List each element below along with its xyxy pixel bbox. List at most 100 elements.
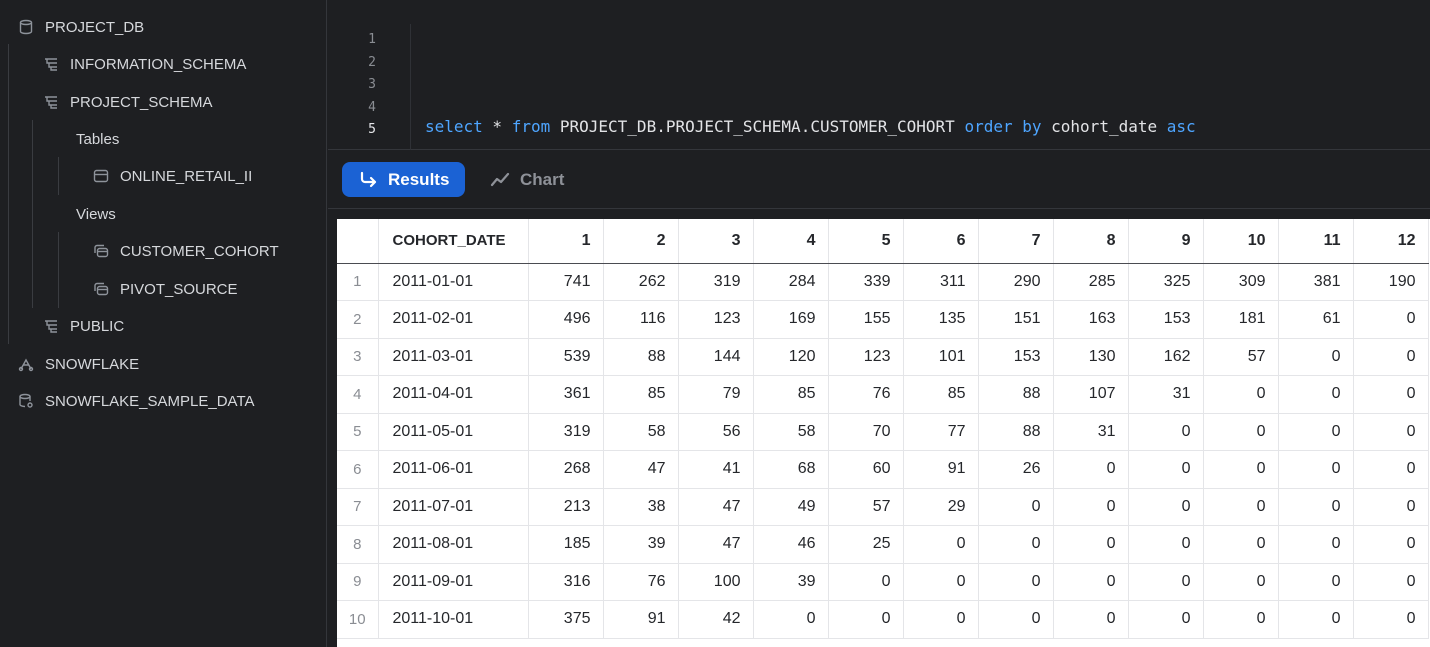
retention-cell[interactable]: 185 bbox=[528, 525, 604, 564]
retention-cell[interactable]: 38 bbox=[603, 488, 679, 526]
retention-cell[interactable]: 0 bbox=[978, 525, 1054, 564]
retention-cell[interactable]: 311 bbox=[903, 263, 979, 301]
retention-cell[interactable]: 116 bbox=[603, 300, 679, 339]
retention-cell[interactable]: 290 bbox=[978, 263, 1054, 301]
retention-cell[interactable]: 0 bbox=[903, 600, 979, 639]
tree-item-information-schema[interactable]: INFORMATION_SCHEMA bbox=[42, 49, 246, 79]
retention-cell[interactable]: 0 bbox=[1353, 488, 1429, 526]
table-row[interactable]: 10 2011-10-01 375 91 42 0 0 0 0 0 0 0 0 0 bbox=[337, 600, 1429, 639]
retention-cell[interactable]: 0 bbox=[1128, 450, 1204, 489]
retention-cell[interactable]: 316 bbox=[528, 563, 604, 601]
retention-cell[interactable]: 162 bbox=[1128, 338, 1204, 376]
column-header[interactable]: 10 bbox=[1203, 219, 1279, 264]
retention-cell[interactable]: 0 bbox=[828, 600, 904, 639]
retention-cell[interactable]: 47 bbox=[678, 488, 754, 526]
table-row[interactable]: 9 2011-09-01 316 76 100 39 0 0 0 0 0 0 0 0 bbox=[337, 563, 1429, 601]
retention-cell[interactable]: 60 bbox=[828, 450, 904, 489]
column-header[interactable]: 11 bbox=[1278, 219, 1354, 264]
tree-item-project-db[interactable]: PROJECT_DB bbox=[17, 12, 144, 42]
retention-cell[interactable]: 0 bbox=[1353, 375, 1429, 414]
retention-cell[interactable]: 76 bbox=[828, 375, 904, 414]
retention-cell[interactable]: 88 bbox=[978, 375, 1054, 414]
retention-cell[interactable]: 153 bbox=[1128, 300, 1204, 339]
retention-cell[interactable]: 0 bbox=[1053, 600, 1129, 639]
retention-cell[interactable]: 0 bbox=[1128, 413, 1204, 451]
column-header[interactable]: 12 bbox=[1353, 219, 1429, 264]
retention-cell[interactable]: 0 bbox=[1053, 563, 1129, 601]
retention-cell[interactable]: 58 bbox=[603, 413, 679, 451]
retention-cell[interactable]: 0 bbox=[1278, 375, 1354, 414]
retention-cell[interactable]: 123 bbox=[678, 300, 754, 339]
retention-cell[interactable]: 25 bbox=[828, 525, 904, 564]
tree-item-public[interactable]: PUBLIC bbox=[42, 311, 124, 341]
column-header[interactable]: 1 bbox=[528, 219, 604, 264]
retention-cell[interactable]: 153 bbox=[978, 338, 1054, 376]
retention-cell[interactable]: 0 bbox=[1203, 563, 1279, 601]
retention-cell[interactable]: 319 bbox=[678, 263, 754, 301]
column-header[interactable]: 2 bbox=[603, 219, 679, 264]
retention-cell[interactable]: 47 bbox=[678, 525, 754, 564]
retention-cell[interactable]: 309 bbox=[1203, 263, 1279, 301]
retention-cell[interactable]: 41 bbox=[678, 450, 754, 489]
column-header[interactable]: 4 bbox=[753, 219, 829, 264]
results-grid[interactable]: COHORT_DATE 1 2 3 4 5 6 7 8 9 10 11 12 1… bbox=[337, 219, 1430, 647]
retention-cell[interactable]: 88 bbox=[603, 338, 679, 376]
retention-cell[interactable]: 0 bbox=[1128, 488, 1204, 526]
retention-cell[interactable]: 539 bbox=[528, 338, 604, 376]
retention-cell[interactable]: 268 bbox=[528, 450, 604, 489]
retention-cell[interactable]: 31 bbox=[1053, 413, 1129, 451]
column-header[interactable]: 5 bbox=[828, 219, 904, 264]
retention-cell[interactable]: 57 bbox=[1203, 338, 1279, 376]
tree-item-snowflake[interactable]: SNOWFLAKE bbox=[17, 349, 139, 379]
retention-cell[interactable]: 0 bbox=[1128, 600, 1204, 639]
retention-cell[interactable]: 100 bbox=[678, 563, 754, 601]
code-line[interactable]: select * from PROJECT_DB.PROJECT_SCHEMA.… bbox=[425, 117, 1196, 136]
retention-cell[interactable]: 61 bbox=[1278, 300, 1354, 339]
retention-cell[interactable]: 70 bbox=[828, 413, 904, 451]
retention-cell[interactable]: 29 bbox=[903, 488, 979, 526]
retention-cell[interactable]: 88 bbox=[978, 413, 1054, 451]
retention-cell[interactable]: 741 bbox=[528, 263, 604, 301]
table-row[interactable]: 3 2011-03-01 539 88 144 120 123 101 153 130 162 57 0… bbox=[337, 338, 1429, 376]
retention-cell[interactable]: 101 bbox=[903, 338, 979, 376]
retention-cell[interactable]: 0 bbox=[1203, 375, 1279, 414]
retention-cell[interactable]: 144 bbox=[678, 338, 754, 376]
retention-cell[interactable]: 0 bbox=[1053, 488, 1129, 526]
retention-cell[interactable]: 77 bbox=[903, 413, 979, 451]
column-header[interactable]: 3 bbox=[678, 219, 754, 264]
chart-tab[interactable]: Chart bbox=[474, 162, 580, 197]
retention-cell[interactable]: 190 bbox=[1353, 263, 1429, 301]
cohort-date-cell[interactable]: 2011-02-01 bbox=[378, 300, 529, 339]
retention-cell[interactable]: 0 bbox=[1353, 413, 1429, 451]
retention-cell[interactable]: 163 bbox=[1053, 300, 1129, 339]
retention-cell[interactable]: 381 bbox=[1278, 263, 1354, 301]
table-row[interactable]: 2 2011-02-01 496 116 123 169 155 135 151 163 153 18… bbox=[337, 300, 1429, 339]
retention-cell[interactable]: 0 bbox=[1278, 525, 1354, 564]
retention-cell[interactable]: 135 bbox=[903, 300, 979, 339]
retention-cell[interactable]: 169 bbox=[753, 300, 829, 339]
retention-cell[interactable]: 361 bbox=[528, 375, 604, 414]
cohort-date-cell[interactable]: 2011-05-01 bbox=[378, 413, 529, 451]
results-tab[interactable]: Results bbox=[342, 162, 466, 197]
tree-group-views[interactable]: Views bbox=[76, 199, 116, 229]
retention-cell[interactable]: 107 bbox=[1053, 375, 1129, 414]
retention-cell[interactable]: 0 bbox=[1203, 525, 1279, 564]
retention-cell[interactable]: 325 bbox=[1128, 263, 1204, 301]
retention-cell[interactable]: 39 bbox=[603, 525, 679, 564]
retention-cell[interactable]: 0 bbox=[1353, 600, 1429, 639]
retention-cell[interactable]: 0 bbox=[978, 563, 1054, 601]
retention-cell[interactable]: 213 bbox=[528, 488, 604, 526]
retention-cell[interactable]: 375 bbox=[528, 600, 604, 639]
retention-cell[interactable]: 284 bbox=[753, 263, 829, 301]
column-header[interactable]: COHORT_DATE bbox=[378, 219, 529, 264]
cohort-date-cell[interactable]: 2011-09-01 bbox=[378, 563, 529, 601]
tree-item-pivot-source[interactable]: PIVOT_SOURCE bbox=[92, 274, 238, 304]
retention-cell[interactable]: 130 bbox=[1053, 338, 1129, 376]
tree-item-customer-cohort[interactable]: CUSTOMER_COHORT bbox=[92, 236, 279, 266]
column-header[interactable]: 9 bbox=[1128, 219, 1204, 264]
retention-cell[interactable]: 76 bbox=[603, 563, 679, 601]
retention-cell[interactable]: 85 bbox=[753, 375, 829, 414]
retention-cell[interactable]: 57 bbox=[828, 488, 904, 526]
retention-cell[interactable]: 31 bbox=[1128, 375, 1204, 414]
retention-cell[interactable]: 0 bbox=[1278, 450, 1354, 489]
